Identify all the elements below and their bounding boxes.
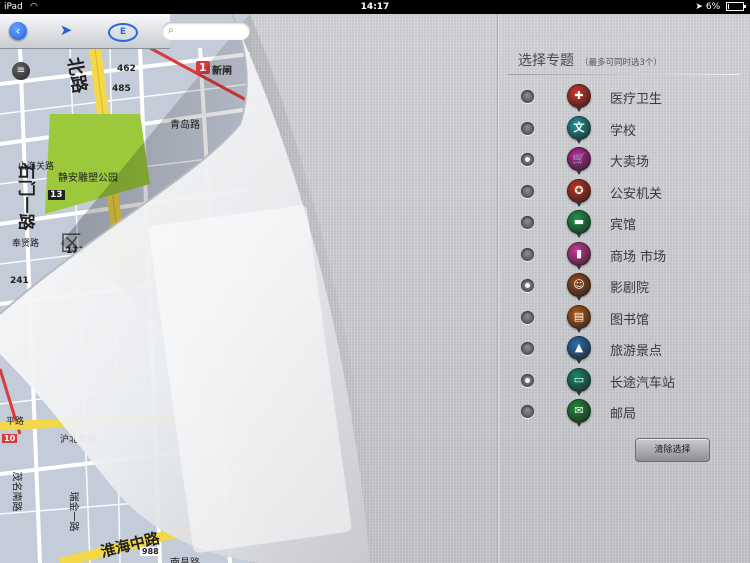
theme-radio-button[interactable] bbox=[521, 184, 534, 198]
shopping-bag-icon: ▮ bbox=[567, 241, 591, 270]
library-book-icon: ▤ bbox=[567, 304, 591, 333]
map-label-462: 462 bbox=[117, 64, 136, 74]
battery-percent: 6% bbox=[705, 2, 721, 12]
shopping-cart-icon: 🛒 bbox=[567, 147, 591, 175]
theme-label: 影剧院 bbox=[610, 281, 650, 296]
theme-radio-button[interactable] bbox=[521, 373, 534, 387]
theme-radio-button[interactable] bbox=[521, 247, 534, 261]
school-icon: 文 bbox=[567, 115, 591, 144]
theme-label: 学校 bbox=[610, 123, 637, 139]
map-label-pinglu: 平路 bbox=[6, 417, 25, 427]
metro-line-badge: 1 bbox=[196, 61, 210, 74]
map-label-ruijin: 瑞金一路 bbox=[67, 491, 79, 532]
theme-row[interactable]: ▤ 图书馆 bbox=[518, 304, 748, 333]
theme-row[interactable]: ▬ 宾馆 bbox=[518, 210, 748, 238]
theme-row[interactable]: ▮ 商场 市场 bbox=[518, 241, 748, 270]
theme-label: 长途汽车站 bbox=[610, 375, 676, 391]
scenic-mountain-icon: ▲ bbox=[567, 336, 591, 364]
theme-row[interactable]: ✉ 邮局 bbox=[518, 399, 748, 427]
theme-label: 图书馆 bbox=[610, 312, 650, 328]
theme-radio-button[interactable] bbox=[521, 310, 534, 324]
panel-title: 选择专题 （最多可同时选3个） bbox=[518, 50, 662, 70]
map-label-nanchang: 南昌路 bbox=[170, 554, 200, 563]
panel-divider bbox=[497, 14, 500, 563]
map-view[interactable]: 北路 462 485 1 新闸 青岛路 静安雕塑公园 山海关路 13 石门一路 … bbox=[0, 14, 250, 563]
panel-separator bbox=[508, 74, 740, 75]
map-label-111: 111 bbox=[66, 246, 85, 256]
map-label-988: 988 bbox=[140, 547, 161, 556]
bus-icon: ▭ bbox=[567, 367, 591, 396]
map-label-qingdao: 青岛路 bbox=[170, 120, 200, 131]
theme-radio-button[interactable] bbox=[521, 279, 534, 292]
theme-label: 邮局 bbox=[610, 407, 637, 422]
theme-label: 旅游景点 bbox=[610, 344, 663, 359]
clear-selection-button[interactable]: 清除选择 bbox=[635, 438, 710, 462]
search-icon: ⌕ bbox=[168, 25, 174, 36]
map-label-shimen: 石门一路 bbox=[15, 162, 36, 231]
search-input[interactable]: ⌕ bbox=[162, 22, 250, 40]
location-status-icon: ➤ bbox=[695, 2, 703, 12]
back-button[interactable]: ‹ bbox=[9, 22, 27, 40]
medical-cross-icon: ✚ bbox=[567, 84, 591, 112]
battery-indicator: ➤ 6% bbox=[695, 0, 746, 14]
theme-row[interactable]: ✪ 公安机关 bbox=[518, 178, 748, 207]
hotel-bed-icon: ▬ bbox=[567, 210, 591, 238]
panel-title-text: 选择专题 bbox=[518, 53, 574, 69]
theme-label: 宾馆 bbox=[610, 218, 637, 233]
theme-radio-button[interactable] bbox=[521, 216, 534, 229]
battery-icon bbox=[726, 2, 746, 11]
theme-row[interactable]: ▲ 旅游景点 bbox=[518, 336, 748, 364]
theme-row[interactable]: ☺ 影剧院 bbox=[518, 273, 748, 301]
status-bar: iPad ◠ 14:17 ➤ 6% bbox=[0, 0, 750, 14]
map-label-13: 13 bbox=[48, 190, 65, 200]
map-label-station: 新闸 bbox=[212, 66, 232, 77]
theme-radio-button[interactable] bbox=[521, 405, 534, 418]
location-arrow-icon: ➤ bbox=[59, 21, 73, 39]
theme-radio-button[interactable] bbox=[521, 90, 534, 103]
theme-label: 商场 市场 bbox=[610, 249, 667, 265]
map-label-park: 静安雕塑公园 bbox=[58, 173, 118, 184]
clock: 14:17 bbox=[360, 2, 390, 12]
theme-label: 大卖场 bbox=[610, 155, 650, 170]
theme-label: 公安机关 bbox=[610, 186, 663, 202]
map-label-485: 485 bbox=[112, 84, 131, 94]
theme-row[interactable]: 🛒 大卖场 bbox=[518, 147, 748, 175]
mail-envelope-icon: ✉ bbox=[567, 399, 591, 427]
map-label-fengxian: 奉贤路 bbox=[12, 239, 40, 249]
map-label-10: 10 bbox=[2, 434, 18, 443]
theme-row[interactable]: 文 学校 bbox=[518, 115, 748, 144]
theme-label: 医疗卫生 bbox=[610, 92, 663, 107]
back-arrow-icon: ‹ bbox=[15, 24, 21, 38]
layers-button[interactable]: ≡ bbox=[12, 62, 30, 80]
map-label-241: 241 bbox=[10, 276, 29, 286]
map-label-hubei: 沪北高架 bbox=[60, 435, 97, 445]
theme-row[interactable]: ✚ 医疗卫生 bbox=[518, 84, 748, 112]
theme-row[interactable]: ▭ 长途汽车站 bbox=[518, 367, 748, 396]
theater-mask-icon: ☺ bbox=[567, 273, 591, 301]
police-badge-icon: ✪ bbox=[567, 178, 591, 207]
app-logo-icon: E bbox=[119, 27, 127, 37]
locate-button[interactable]: ➤ bbox=[57, 20, 75, 40]
layers-icon: ≡ bbox=[16, 65, 26, 76]
app-logo-button[interactable]: E bbox=[108, 23, 138, 42]
theme-radio-button[interactable] bbox=[521, 121, 534, 135]
theme-radio-button[interactable] bbox=[521, 342, 534, 355]
map-label-maoming: 茂名南路 bbox=[10, 471, 22, 512]
theme-radio-button[interactable] bbox=[521, 153, 534, 166]
map-canvas bbox=[0, 14, 250, 563]
panel-note: （最多可同时选3个） bbox=[580, 58, 662, 68]
